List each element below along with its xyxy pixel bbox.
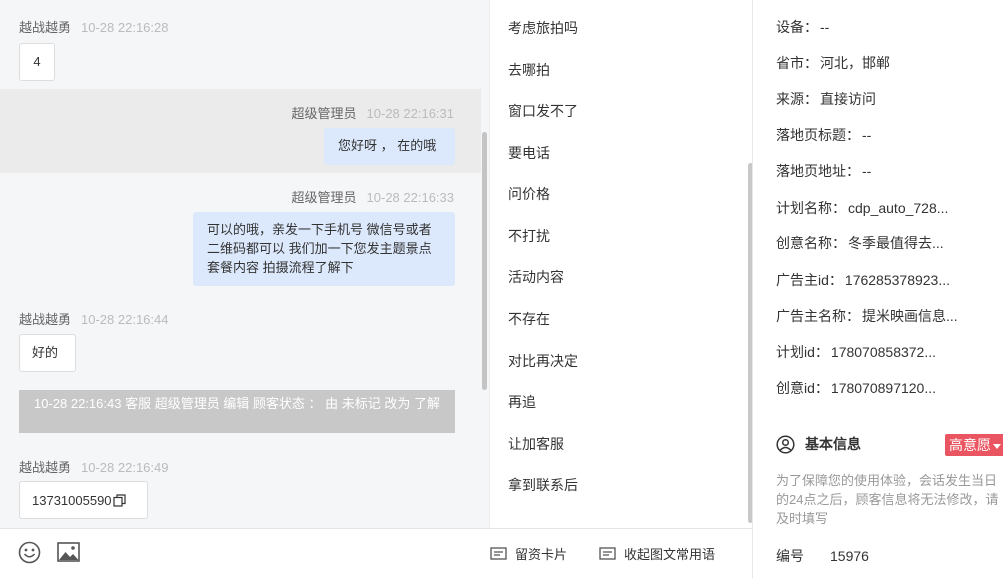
phrase-item[interactable]: 窗口发不了	[508, 101, 578, 121]
message-meta: 超级管理员 10-28 22:16:31	[292, 103, 454, 122]
info-label: 设备：	[776, 19, 818, 35]
sender-name: 超级管理员	[291, 106, 357, 121]
basic-info-label: 基本信息	[805, 436, 861, 452]
system-status-note: 10-28 22:16:43 客服 超级管理员 编辑 顾客状态 ： 由 未标记 …	[19, 390, 455, 433]
chat-toolbar: 留资卡片 收起图文常用语	[0, 528, 752, 578]
info-value: --	[820, 19, 830, 35]
info-label: 计划id：	[776, 344, 829, 360]
emoji-icon[interactable]	[18, 541, 41, 564]
message-meta: 越战越勇 10-28 22:16:49	[19, 457, 168, 476]
info-value: 178070897120...	[830, 380, 937, 396]
message-time: 10-28 22:16:31	[366, 106, 454, 121]
info-value: --	[862, 163, 872, 179]
message-bubble-incoming: 4	[19, 43, 55, 81]
phrase-item[interactable]: 活动内容	[508, 267, 564, 287]
phrase-item[interactable]: 问价格	[508, 184, 550, 204]
customer-id-row: 编号 15976	[776, 546, 869, 566]
info-label: 计划名称：	[776, 200, 846, 216]
phrase-item[interactable]: 不存在	[508, 309, 550, 329]
info-field-source: 来源： 直接访问	[776, 89, 1002, 109]
sender-name: 越战越勇	[19, 460, 72, 475]
phrase-item[interactable]: 不打扰	[508, 226, 550, 246]
lead-card-button[interactable]: 留资卡片	[490, 544, 567, 563]
chevron-down-icon	[993, 443, 1001, 449]
info-field-landing-title: 落地页标题： --	[776, 125, 1002, 145]
info-field-landing-url: 落地页地址： --	[776, 161, 1002, 181]
quick-phrase-list: 考虑旅拍吗 去哪拍 窗口发不了 要电话 问价格 不打扰 活动内容 不存在 对比再…	[489, 0, 753, 528]
message-time: 10-28 22:16:44	[81, 312, 169, 327]
message-bubble-phone: 13731005590	[19, 481, 148, 519]
message-time: 10-28 22:16:28	[81, 20, 169, 35]
phrase-item[interactable]: 对比再决定	[508, 351, 578, 371]
info-label: 创意名称：	[776, 235, 846, 251]
info-value: 178070858372...	[830, 344, 937, 360]
info-field-device: 设备： --	[776, 17, 1002, 37]
phrase-item[interactable]: 再追	[508, 392, 536, 412]
info-field-advertiser-name: 广告主名称： 提米映画信息...	[776, 306, 1002, 326]
message-time: 10-28 22:16:49	[81, 460, 169, 475]
customer-info-panel: 设备： -- 省市： 河北，邯郸 来源： 直接访问 落地页标题： -- 落地页地址： --…	[752, 0, 1003, 578]
sender-name: 越战越勇	[19, 20, 72, 35]
info-value: cdp_auto_728...	[848, 200, 949, 216]
info-value: 河北，邯郸	[820, 55, 890, 71]
info-label: 省市：	[776, 55, 818, 71]
copy-icon[interactable]	[112, 493, 126, 507]
phrase-item[interactable]: 考虑旅拍吗	[508, 18, 578, 38]
info-field-creative-id: 创意id： 178070897120...	[776, 378, 1002, 398]
info-field-creative-name: 创意名称： 冬季最值得去...	[776, 233, 1002, 253]
info-field-plan-name: 计划名称： cdp_auto_728...	[776, 198, 1002, 218]
info-label: 落地页地址：	[776, 163, 860, 179]
sender-name: 越战越勇	[19, 312, 72, 327]
intent-badge-label: 高意愿	[949, 437, 991, 453]
message-meta: 超级管理员 10-28 22:16:33	[292, 187, 454, 206]
phrase-item[interactable]: 拿到联系后	[508, 475, 578, 495]
info-label: 广告主名称：	[776, 308, 860, 324]
info-value: --	[862, 127, 872, 143]
phrase-item[interactable]: 去哪拍	[508, 60, 550, 80]
info-value: 冬季最值得去...	[848, 235, 944, 251]
edit-deadline-notice: 为了保障您的使用体验，会话发生当日的24点之后，顾客信息将无法修改，请及时填写	[776, 473, 999, 526]
info-label: 来源：	[776, 91, 818, 107]
image-icon[interactable]	[57, 541, 80, 563]
message-icon	[599, 546, 616, 560]
basic-info-title: 基本信息	[776, 434, 861, 454]
info-value: 提米映画信息...	[862, 308, 958, 324]
info-label: 创意id：	[776, 380, 829, 396]
info-value: 直接访问	[820, 91, 876, 107]
message-bubble-outgoing: 您好呀 ， 在的哦	[324, 128, 455, 165]
info-value: 176285378923...	[844, 272, 951, 288]
chat-scrollbar[interactable]	[482, 132, 487, 390]
message-time: 10-28 22:16:33	[366, 190, 454, 205]
collapse-phrases-button[interactable]: 收起图文常用语	[599, 544, 715, 563]
message-meta: 越战越勇 10-28 22:16:28	[19, 17, 168, 36]
phrase-item[interactable]: 让加客服	[508, 434, 564, 454]
info-label: 落地页标题：	[776, 127, 860, 143]
lead-card-label: 留资卡片	[515, 547, 568, 562]
message-bubble-incoming: 好的	[19, 334, 76, 372]
customer-id-value: 15976	[830, 548, 869, 564]
message-bubble-outgoing: 可以的哦，亲发一下手机号 微信号或者二维码都可以 我们加一下您发主题景点 套餐内…	[193, 212, 455, 286]
intent-badge[interactable]: 高意愿	[945, 434, 1003, 456]
customer-id-label: 编号	[776, 548, 804, 564]
user-circle-icon	[776, 434, 795, 454]
sender-name: 超级管理员	[291, 190, 357, 205]
info-field-region: 省市： 河北，邯郸	[776, 53, 1002, 73]
card-icon	[490, 546, 507, 560]
info-label: 广告主id：	[776, 272, 843, 288]
info-field-plan-id: 计划id： 178070858372...	[776, 342, 1002, 362]
phrase-item[interactable]: 要电话	[508, 143, 550, 163]
message-meta: 越战越勇 10-28 22:16:44	[19, 309, 168, 328]
collapse-phrases-label: 收起图文常用语	[624, 547, 716, 562]
phone-number-text: 13731005590	[32, 492, 112, 508]
chat-panel: 越战越勇 10-28 22:16:28 4 超级管理员 10-28 22:16:31…	[0, 0, 489, 528]
info-field-advertiser-id: 广告主id： 176285378923...	[776, 270, 1002, 290]
